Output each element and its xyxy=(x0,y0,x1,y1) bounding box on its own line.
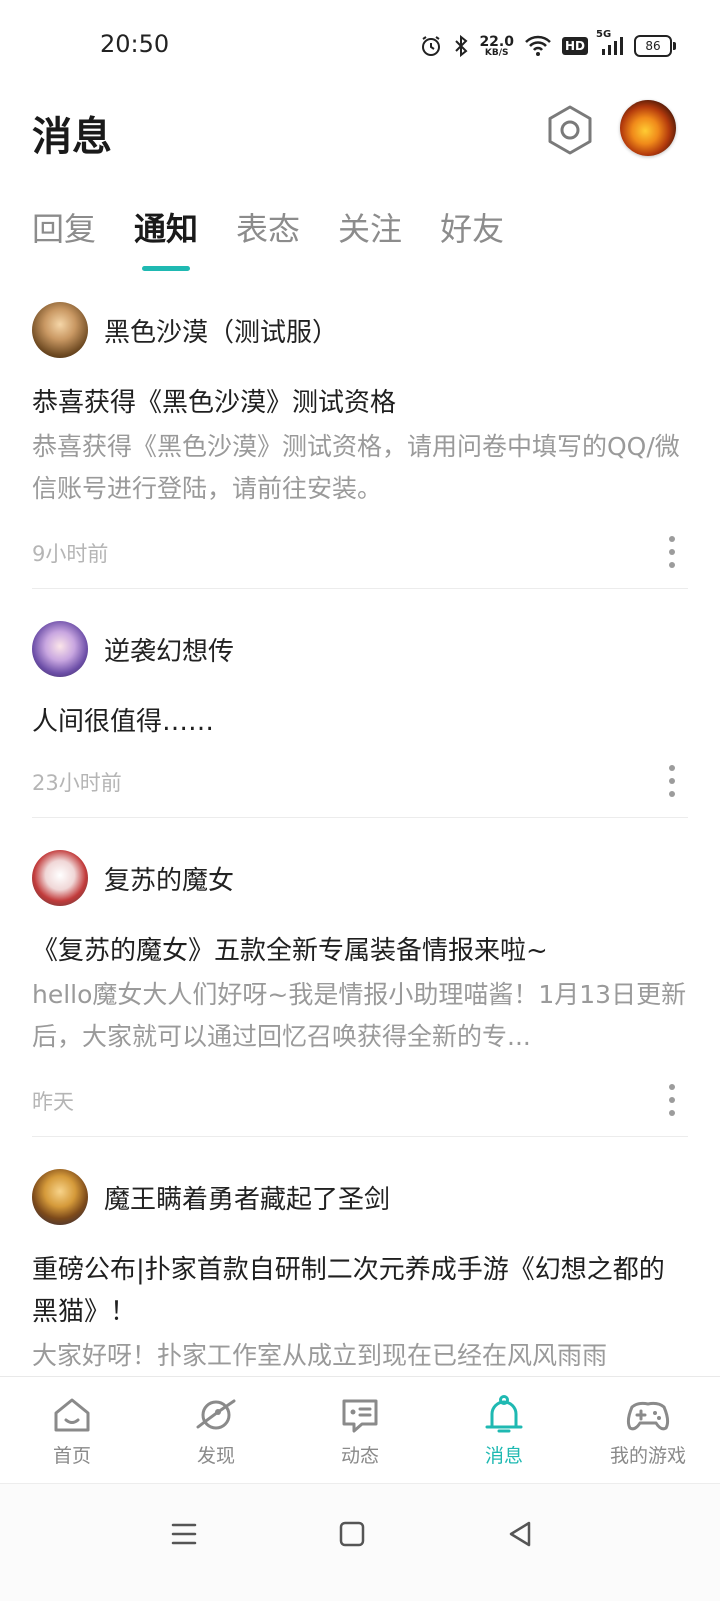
back-triangle-icon xyxy=(509,1521,531,1547)
tab-friends[interactable]: 好友 xyxy=(440,204,504,274)
hd-badge: HD xyxy=(561,37,588,55)
nav-messages[interactable]: 消息 xyxy=(432,1377,576,1483)
network-speed-value: 22.0 xyxy=(479,33,514,50)
notification-title: 人间很值得…… xyxy=(32,707,215,737)
message-tabs: 回复 通知 表态 关注 好友 xyxy=(32,204,542,274)
alarm-icon xyxy=(419,34,443,58)
menu-icon xyxy=(171,1523,197,1545)
notification-card[interactable]: 逆袭幻想传 人间很值得…… 23小时前 xyxy=(32,619,688,818)
game-avatar[interactable] xyxy=(32,621,88,677)
bell-icon xyxy=(485,1395,523,1433)
notification-body: 大家好呀！扑家工作室从成立到现在已经在风风雨雨 xyxy=(32,1341,608,1370)
planet-icon xyxy=(196,1399,236,1430)
more-options-button[interactable] xyxy=(664,1084,680,1116)
sender-name[interactable]: 魔王瞒着勇者藏起了圣剑 xyxy=(104,1179,390,1216)
nav-home[interactable]: 首页 xyxy=(0,1377,144,1483)
notification-time: 昨天 xyxy=(32,1090,74,1114)
system-navigation-bar xyxy=(0,1483,720,1601)
tab-label: 好友 xyxy=(440,210,505,248)
more-options-button[interactable] xyxy=(664,765,680,797)
notification-time: 9小时前 xyxy=(32,542,109,566)
nav-label: 发现 xyxy=(196,1445,235,1467)
nav-label: 动态 xyxy=(340,1445,379,1467)
battery-icon: 86 xyxy=(634,35,676,57)
settings-button[interactable] xyxy=(544,104,596,156)
menu-button[interactable] xyxy=(164,1514,204,1554)
tab-label: 关注 xyxy=(338,210,403,248)
notification-card[interactable]: 复苏的魔女 《复苏的魔女》五款全新专属装备情报来啦~ hello魔女大人们好呀~… xyxy=(32,848,688,1137)
sender-name[interactable]: 黑色沙漠（测试服） xyxy=(104,312,338,349)
battery-level: 86 xyxy=(634,35,672,57)
tab-active-indicator xyxy=(142,266,191,271)
notification-card[interactable]: 黑色沙漠（测试服） 恭喜获得《黑色沙漠》测试资格 恭喜获得《黑色沙漠》测试资格，… xyxy=(32,300,688,589)
notification-body: 恭喜获得《黑色沙漠》测试资格，请用问卷中填写的QQ/微信账号进行登陆，请前往安装… xyxy=(32,432,680,503)
notification-time: 23小时前 xyxy=(32,771,122,795)
notification-card[interactable]: 魔王瞒着勇者藏起了圣剑 重磅公布|扑家首款自研制二次元养成手游《幻想之都的黑猫》… xyxy=(32,1167,688,1376)
tab-label: 表态 xyxy=(236,210,301,248)
tab-replies[interactable]: 回复 xyxy=(32,204,96,274)
page-title: 消息 xyxy=(32,114,112,160)
sender-name[interactable]: 逆袭幻想传 xyxy=(104,631,234,668)
status-bar: 20:50 22.0 KB/S HD 5G 86 xyxy=(0,0,720,96)
nav-label: 我的游戏 xyxy=(609,1445,686,1467)
square-icon xyxy=(339,1521,365,1547)
tab-label: 回复 xyxy=(32,210,97,248)
nav-my-games[interactable]: 我的游戏 xyxy=(576,1377,720,1483)
game-avatar[interactable] xyxy=(32,850,88,906)
network-type-label: 5G xyxy=(596,29,612,40)
bottom-navigation: 首页 发现 动态 消息 我的游戏 xyxy=(0,1376,720,1483)
notification-list[interactable]: 黑色沙漠（测试服） 恭喜获得《黑色沙漠》测试资格 恭喜获得《黑色沙漠》测试资格，… xyxy=(0,300,720,1376)
user-avatar[interactable] xyxy=(620,100,676,156)
network-speed-unit: KB/S xyxy=(484,47,509,58)
status-time: 20:50 xyxy=(100,30,170,58)
notification-title: 恭喜获得《黑色沙漠》测试资格 xyxy=(32,388,397,418)
sender-name[interactable]: 复苏的魔女 xyxy=(104,860,234,897)
signal-icon: 5G xyxy=(596,29,624,57)
network-speed: 22.0 KB/S xyxy=(479,35,514,58)
home-button[interactable] xyxy=(332,1514,372,1554)
settings-hex-icon xyxy=(548,105,592,155)
tab-follows[interactable]: 关注 xyxy=(338,204,402,274)
notification-body: hello魔女大人们好呀~我是情报小助理喵酱！1月13日更新后，大家就可以通过回… xyxy=(32,980,687,1051)
gamepad-icon xyxy=(626,1401,670,1431)
game-avatar[interactable] xyxy=(32,302,88,358)
tab-label: 通知 xyxy=(134,210,199,248)
game-avatar[interactable] xyxy=(32,1169,88,1225)
notification-title: 重磅公布|扑家首款自研制二次元养成手游《幻想之都的黑猫》！ xyxy=(32,1255,665,1327)
chat-icon xyxy=(342,1399,378,1433)
nav-label: 首页 xyxy=(52,1445,91,1467)
nav-label: 消息 xyxy=(484,1445,523,1467)
notification-title: 《复苏的魔女》五款全新专属装备情报来啦~ xyxy=(32,936,548,966)
back-button[interactable] xyxy=(500,1514,540,1554)
status-icons: 22.0 KB/S HD 5G 86 xyxy=(419,29,676,62)
bluetooth-icon xyxy=(453,34,469,58)
wifi-icon xyxy=(524,35,552,57)
home-icon xyxy=(54,1398,90,1432)
nav-feed[interactable]: 动态 xyxy=(288,1377,432,1483)
tab-notifications[interactable]: 通知 xyxy=(134,204,198,274)
more-options-button[interactable] xyxy=(664,536,680,568)
tab-reactions[interactable]: 表态 xyxy=(236,204,300,274)
nav-discover[interactable]: 发现 xyxy=(144,1377,288,1483)
